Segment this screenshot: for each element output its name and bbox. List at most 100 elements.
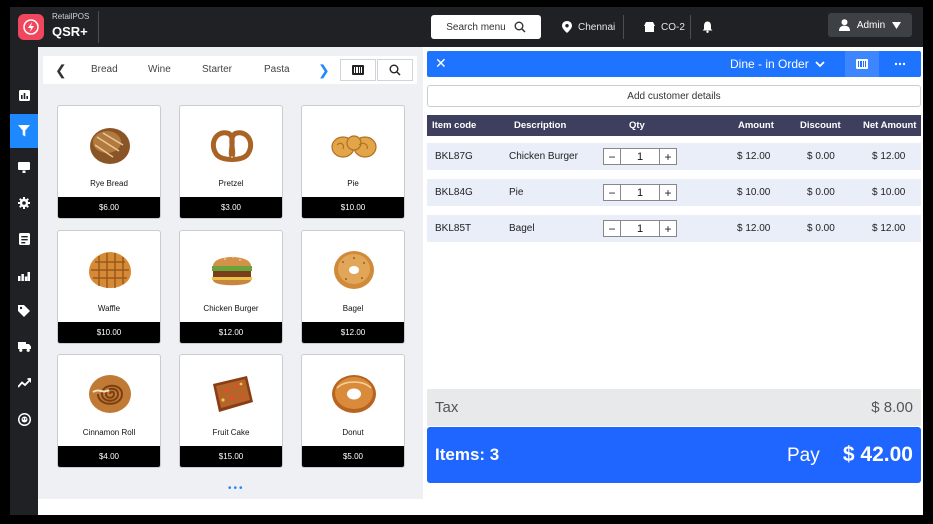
order-row[interactable]: BKL87G Chicken Burger − 1 + $ 12.00 $ 0.… (427, 143, 921, 170)
store-icon (644, 22, 655, 32)
decrease-qty-button[interactable]: − (604, 221, 621, 236)
quantity-stepper: − 1 + (603, 148, 677, 165)
product-price: $6.00 (58, 197, 160, 218)
product-card-fruit-cake[interactable]: Fruit Cake $15.00 (179, 354, 283, 468)
nav-analytics[interactable] (10, 258, 38, 292)
brand-subtitle: RetailPOS (52, 12, 90, 21)
order-header: ✕ Dine - in Order (427, 51, 921, 77)
user-icon (838, 19, 850, 31)
product-card-donut[interactable]: Donut $5.00 (301, 354, 405, 468)
product-name: Chicken Burger (203, 304, 259, 313)
chevron-right-icon[interactable]: ❯ (318, 62, 330, 79)
product-card-pie[interactable]: Pie $10.00 (301, 105, 405, 219)
decrease-qty-button[interactable]: − (604, 149, 621, 164)
nav-display[interactable] (10, 150, 38, 184)
scan-button[interactable] (340, 59, 376, 81)
nav-delivery[interactable] (10, 330, 38, 364)
report-icon (18, 233, 30, 245)
nav-dashboard[interactable] (10, 78, 38, 112)
decrease-qty-button[interactable]: − (604, 185, 621, 200)
order-row[interactable]: BKL84G Pie − 1 + $ 10.00 $ 0.00 $ 10.00 (427, 179, 921, 206)
item-net-amount: $ 12.00 (872, 151, 906, 162)
truck-icon (17, 342, 31, 352)
col-discount: Discount (800, 120, 841, 131)
nav-menu[interactable] (10, 114, 38, 148)
item-description: Pie (509, 187, 524, 198)
divider (690, 15, 691, 39)
nav-trends[interactable] (10, 366, 38, 400)
app-logo (18, 14, 44, 40)
dashboard-icon (18, 89, 30, 101)
store-selector[interactable]: CO-2 (644, 15, 685, 39)
increase-qty-button[interactable]: + (659, 149, 676, 164)
order-scan-button[interactable] (845, 51, 879, 77)
product-price: $3.00 (180, 197, 282, 218)
product-card-cinnamon-roll[interactable]: Cinnamon Roll $4.00 (57, 354, 161, 468)
pagination-dots[interactable]: ••• (228, 483, 245, 494)
product-price: $15.00 (180, 446, 282, 467)
app-frame: RetailPOS QSR+ Search menu Chennai CO-2 … (0, 0, 933, 524)
category-tab-wine[interactable]: Wine (148, 64, 171, 75)
order-row[interactable]: BKL85T Bagel − 1 + $ 12.00 $ 0.00 $ 12.0… (427, 215, 921, 242)
quantity-value[interactable]: 1 (621, 149, 659, 164)
nav-support[interactable] (10, 402, 38, 436)
product-catalog: ❮ Bread Wine Starter Pasta ❯ Rye Bread $… (38, 47, 423, 499)
close-icon[interactable]: ✕ (435, 55, 447, 72)
product-price: $4.00 (58, 446, 160, 467)
burger-image (212, 256, 252, 286)
trend-icon (17, 378, 31, 388)
search-icon (389, 64, 401, 76)
product-name: Pie (347, 179, 359, 188)
order-table-header: Item code Description Qty Amount Discoun… (427, 115, 921, 136)
item-net-amount: $ 12.00 (872, 223, 906, 234)
increase-qty-button[interactable]: + (659, 221, 676, 236)
notifications-button[interactable] (702, 15, 713, 39)
chevron-left-icon[interactable]: ❮ (55, 62, 67, 79)
rye-bread-image (90, 128, 130, 164)
category-tab-pasta[interactable]: Pasta (264, 64, 290, 75)
location-selector[interactable]: Chennai (562, 15, 615, 39)
quantity-value[interactable]: 1 (621, 185, 659, 200)
nav-settings[interactable] (10, 186, 38, 220)
quantity-stepper: − 1 + (603, 184, 677, 201)
product-price: $5.00 (302, 446, 404, 467)
more-icon (894, 62, 906, 66)
fruit-cake-image (213, 376, 253, 412)
user-menu-button[interactable]: Admin (828, 13, 912, 37)
category-tab-starter[interactable]: Starter (202, 64, 232, 75)
order-mode-label: Dine - in Order (730, 57, 809, 71)
bolt-icon (23, 19, 39, 35)
waffle-image (89, 252, 131, 288)
col-description: Description (514, 120, 567, 131)
product-card-waffle[interactable]: Waffle $10.00 (57, 230, 161, 344)
product-card-rye-bread[interactable]: Rye Bread $6.00 (57, 105, 161, 219)
nav-offers[interactable] (10, 294, 38, 328)
support-icon (17, 412, 31, 426)
catalog-search-button[interactable] (377, 59, 413, 81)
product-card-chicken-burger[interactable]: Chicken Burger $12.00 (179, 230, 283, 344)
order-mode-dropdown[interactable]: Dine - in Order (730, 57, 825, 71)
search-menu-button[interactable]: Search menu (431, 15, 541, 39)
quantity-value[interactable]: 1 (621, 221, 659, 236)
pay-button[interactable]: Items: 3 Pay $ 42.00 (427, 427, 921, 483)
tax-summary: Tax $ 8.00 (427, 389, 921, 426)
nav-reports[interactable] (10, 222, 38, 256)
product-card-pretzel[interactable]: Pretzel $3.00 (179, 105, 283, 219)
category-tab-bread[interactable]: Bread (91, 64, 118, 75)
add-customer-button[interactable]: Add customer details (427, 85, 921, 107)
cinnamon-roll-image (89, 375, 131, 413)
scan-icon (856, 59, 868, 69)
pie-image (331, 135, 377, 158)
main-area: ❮ Bread Wine Starter Pasta ❯ Rye Bread $… (38, 47, 923, 515)
more-options-button[interactable] (883, 51, 917, 77)
tax-label: Tax (435, 399, 459, 416)
product-card-bagel[interactable]: Bagel $12.00 (301, 230, 405, 344)
order-panel: ✕ Dine - in Order Add customer details I… (427, 47, 923, 515)
increase-qty-button[interactable]: + (659, 185, 676, 200)
top-bar: RetailPOS QSR+ Search menu Chennai CO-2 … (10, 7, 923, 47)
divider (623, 15, 624, 39)
side-nav (10, 47, 38, 515)
user-label: Admin (856, 19, 886, 31)
item-code: BKL84G (435, 187, 473, 198)
col-qty: Qty (629, 120, 645, 131)
